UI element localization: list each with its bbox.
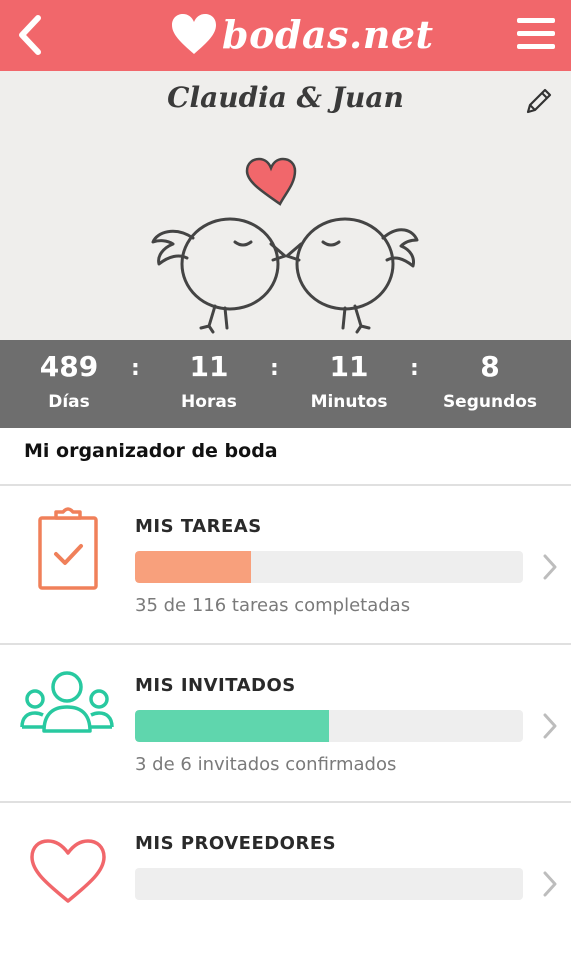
- back-button[interactable]: [14, 12, 46, 58]
- countdown-separator: :: [410, 356, 419, 381]
- hamburger-menu-icon: [517, 18, 555, 49]
- seconds-value: 8: [480, 350, 500, 383]
- tasks-progress-fill: [135, 551, 252, 583]
- tasks-title: MIS TAREAS: [135, 516, 262, 537]
- couple-name: Claudia & Juan: [167, 81, 404, 114]
- clipboard-check-icon: [38, 507, 98, 590]
- chevron-right-icon: [543, 871, 557, 897]
- guests-progress-fill: [135, 710, 329, 742]
- hours-label: Horas: [181, 392, 237, 412]
- vendors-card[interactable]: MIS PROVEEDORES: [0, 803, 571, 960]
- love-birds-illustration: [151, 157, 419, 334]
- chevron-right-icon: [543, 554, 557, 580]
- app-bar: bodas.net: [0, 0, 571, 71]
- days-value: 489: [39, 350, 99, 383]
- countdown-days: 489 Días: [9, 350, 129, 412]
- countdown-seconds: 8 Segundos: [430, 350, 550, 412]
- wedding-countdown: 489 Días : 11 Horas : 11 Minutos : 8 Seg…: [0, 340, 571, 428]
- pencil-icon: [526, 88, 552, 114]
- guests-group-icon: [20, 671, 114, 733]
- menu-button[interactable]: [515, 14, 557, 54]
- hero-banner: Claudia & Juan: [0, 71, 571, 341]
- guests-progress-bar: [135, 710, 523, 742]
- countdown-separator: :: [270, 356, 279, 381]
- seconds-label: Segundos: [442, 392, 538, 412]
- organizer-title: Mi organizador de boda: [24, 440, 278, 462]
- tasks-subtitle: 35 de 116 tareas completadas: [135, 595, 411, 616]
- edit-button[interactable]: [523, 85, 555, 117]
- vendors-progress-bar: [135, 868, 523, 900]
- tasks-progress-bar: [135, 551, 523, 583]
- countdown-minutes: 11 Minutos: [289, 350, 409, 412]
- minutes-label: Minutos: [310, 392, 388, 412]
- guests-card[interactable]: MIS INVITADOS 3 de 6 invitados confirmad…: [0, 645, 571, 802]
- minutes-value: 11: [329, 350, 369, 383]
- countdown-separator: :: [131, 356, 140, 381]
- days-label: Días: [48, 392, 90, 412]
- guests-subtitle: 3 de 6 invitados confirmados: [135, 754, 397, 775]
- chevron-left-icon: [19, 15, 41, 55]
- logo-text: bodas.net: [222, 11, 434, 57]
- bodas-logo[interactable]: bodas.net: [170, 6, 434, 62]
- guests-title: MIS INVITADOS: [135, 675, 296, 696]
- hours-value: 11: [189, 350, 229, 383]
- countdown-hours: 11 Horas: [149, 350, 269, 412]
- tasks-card[interactable]: MIS TAREAS 35 de 116 tareas completadas: [0, 486, 571, 643]
- heart-icon: [245, 157, 297, 206]
- vendors-title: MIS PROVEEDORES: [135, 833, 337, 854]
- heart-logo-icon: [172, 14, 216, 54]
- chevron-right-icon: [543, 713, 557, 739]
